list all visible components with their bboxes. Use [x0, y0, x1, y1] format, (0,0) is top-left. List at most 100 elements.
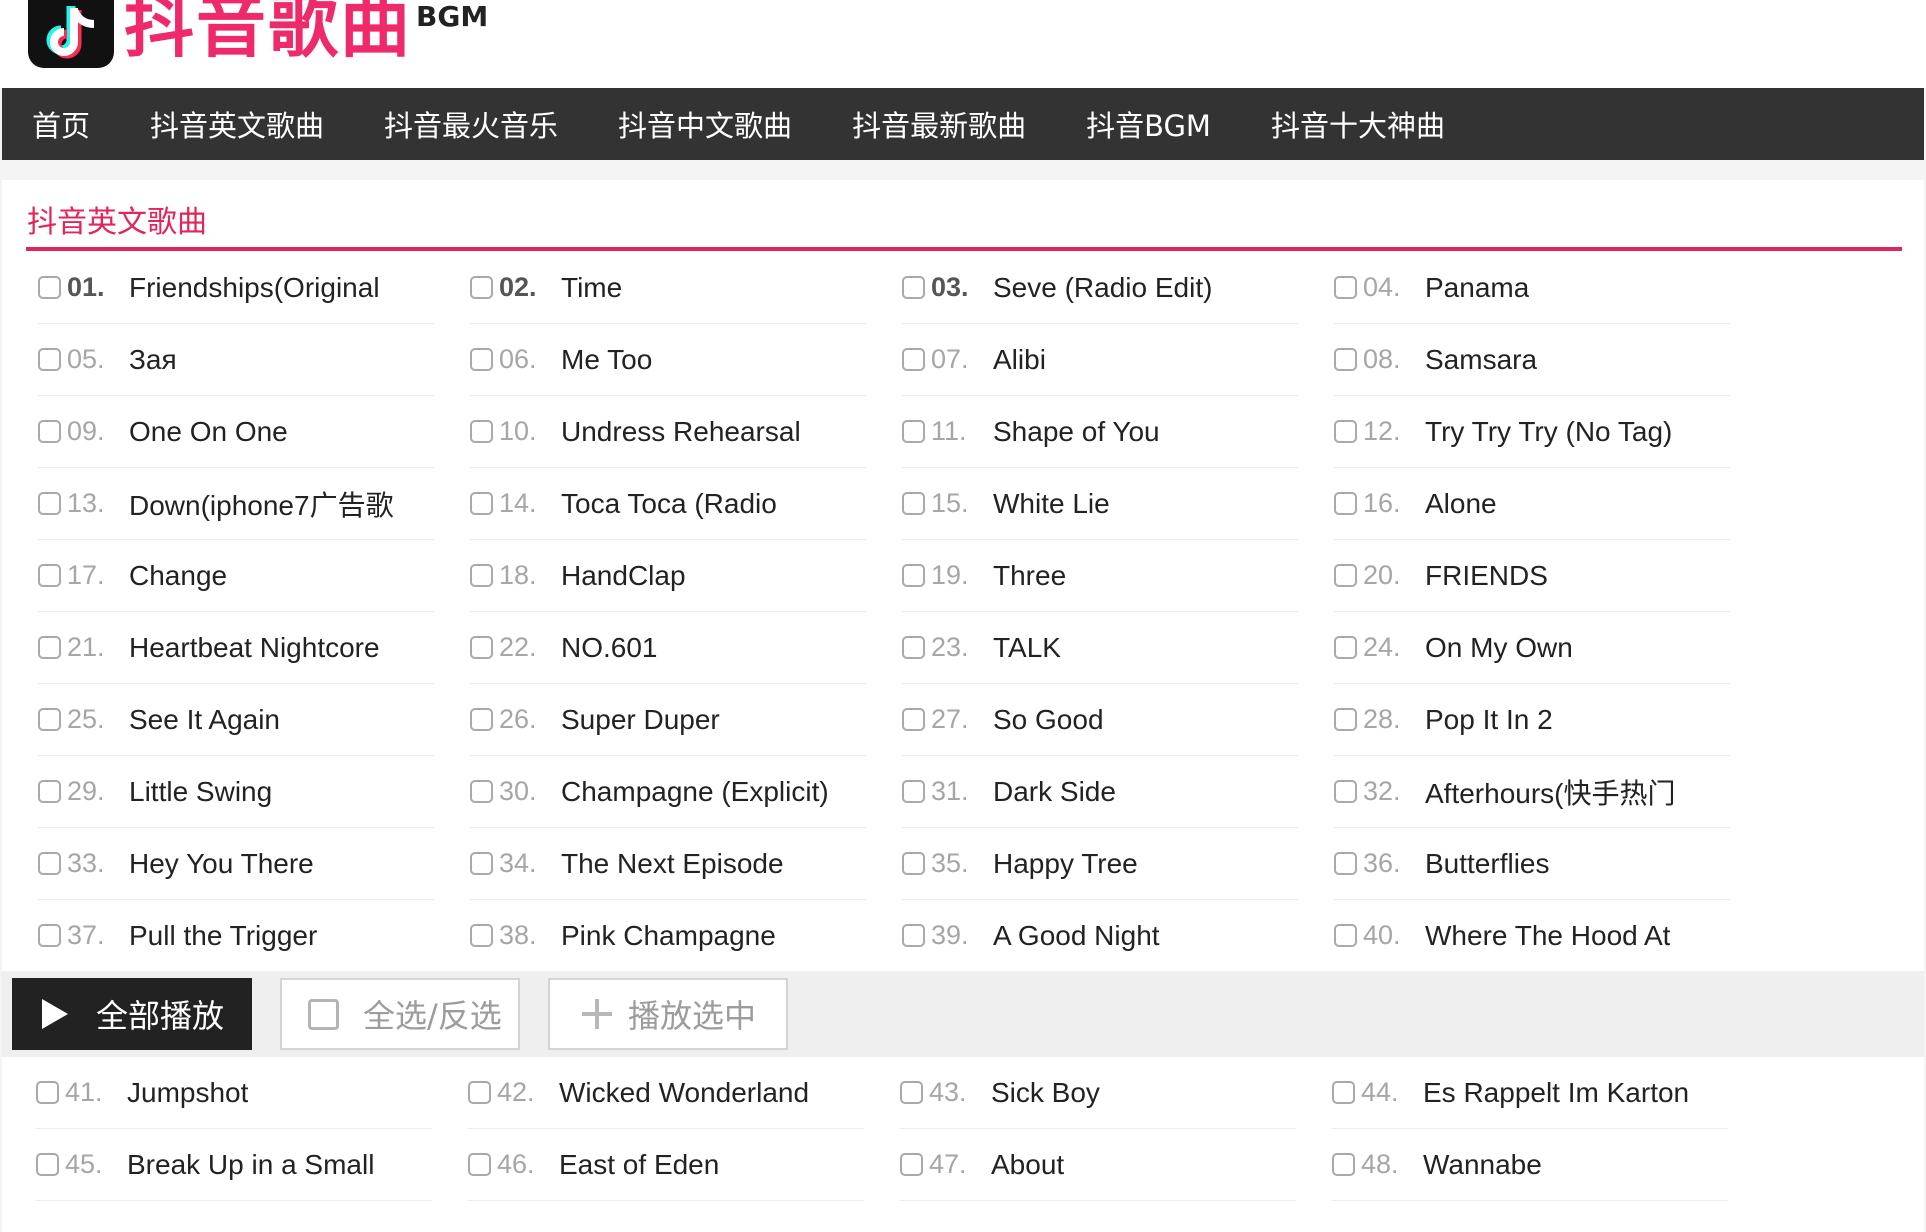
song-checkbox[interactable] [902, 708, 925, 731]
nav-item-5[interactable]: 抖音BGM [1086, 103, 1211, 145]
select-toggle-button[interactable]: 全选/反选 [280, 978, 520, 1050]
song-title-link[interactable]: East of Eden [559, 1149, 719, 1181]
song-checkbox[interactable] [902, 636, 925, 659]
song-item[interactable]: 49.Perfect for Me [36, 1217, 432, 1232]
song-checkbox[interactable] [38, 564, 61, 587]
song-title-link[interactable]: Shape of You [993, 416, 1160, 448]
song-checkbox[interactable] [36, 1081, 59, 1104]
song-checkbox[interactable] [38, 780, 61, 803]
song-item[interactable]: 20. FRIENDS [1334, 540, 1730, 612]
song-title-link[interactable]: Hey You There [129, 848, 314, 880]
song-title-link[interactable]: Wicked Wonderland [559, 1077, 809, 1109]
song-title-link[interactable]: Pink Champagne [561, 920, 776, 952]
tiktok-logo-icon[interactable] [28, 0, 114, 68]
song-item[interactable]: 38. Pink Champagne [470, 900, 866, 972]
song-checkbox[interactable] [900, 1153, 923, 1176]
song-checkbox[interactable] [1332, 1081, 1355, 1104]
song-checkbox[interactable] [1334, 708, 1357, 731]
song-checkbox[interactable] [1334, 276, 1357, 299]
song-item[interactable]: 23. TALK [902, 612, 1298, 684]
song-item[interactable]: 52.Holding On [1332, 1217, 1728, 1232]
song-title-link[interactable]: Heartbeat Nightcore [129, 632, 380, 664]
song-title-link[interactable]: Down(iphone7广告歌 [129, 484, 394, 524]
song-title-link[interactable]: Little Swing [129, 776, 272, 808]
song-title-link[interactable]: Champagne (Explicit) [561, 776, 829, 808]
song-checkbox[interactable] [38, 852, 61, 875]
nav-item-4[interactable]: 抖音最新歌曲 [852, 103, 1026, 145]
song-item[interactable]: 37. Pull the Trigger [38, 900, 434, 972]
nav-item-2[interactable]: 抖音最火音乐 [384, 103, 558, 145]
song-item[interactable]: 05. Зая [38, 324, 434, 396]
song-title-link[interactable]: Super Duper [561, 704, 720, 736]
song-title-link[interactable]: Me Too [561, 344, 652, 376]
song-item[interactable]: 18. HandClap [470, 540, 866, 612]
song-item[interactable]: 29. Little Swing [38, 756, 434, 828]
song-title-link[interactable]: Alone [1425, 488, 1497, 520]
song-item[interactable]: 13. Down(iphone7广告歌 [38, 468, 434, 540]
song-item[interactable]: 36. Butterflies [1334, 828, 1730, 900]
song-title-link[interactable]: Three [993, 560, 1066, 592]
song-title-link[interactable]: Jumpshot [127, 1077, 248, 1109]
song-item[interactable]: 17. Change [38, 540, 434, 612]
song-title-link[interactable]: Time [561, 272, 622, 304]
logo-title[interactable]: 抖音歌曲 [124, 0, 412, 66]
song-checkbox[interactable] [470, 924, 493, 947]
song-title-link[interactable]: The Next Episode [561, 848, 784, 880]
song-item[interactable]: 03. Seve (Radio Edit) [902, 252, 1298, 324]
song-checkbox[interactable] [36, 1153, 59, 1176]
song-title-link[interactable]: Wannabe [1423, 1149, 1542, 1181]
song-item[interactable]: 32. Afterhours(快手热门 [1334, 756, 1730, 828]
play-all-button[interactable]: 全部播放 [12, 978, 252, 1050]
song-title-link[interactable]: Change [129, 560, 227, 592]
song-title-link[interactable]: Panama [1425, 272, 1529, 304]
song-title-link[interactable]: Afterhours(快手热门 [1425, 772, 1676, 812]
song-title-link[interactable]: On My Own [1425, 632, 1573, 664]
song-title-link[interactable]: About [991, 1149, 1064, 1181]
song-title-link[interactable]: Butterflies [1425, 848, 1550, 880]
song-item[interactable]: 48. Wannabe [1332, 1129, 1728, 1201]
song-checkbox[interactable] [38, 348, 61, 371]
song-checkbox[interactable] [902, 780, 925, 803]
song-item[interactable]: 04. Panama [1334, 252, 1730, 324]
song-item[interactable]: 42. Wicked Wonderland [468, 1057, 864, 1129]
song-item[interactable]: 40. Where The Hood At [1334, 900, 1730, 972]
song-checkbox[interactable] [470, 420, 493, 443]
song-checkbox[interactable] [902, 492, 925, 515]
song-checkbox[interactable] [470, 564, 493, 587]
song-checkbox[interactable] [470, 708, 493, 731]
song-item[interactable]: 07. Alibi [902, 324, 1298, 396]
song-item[interactable]: 50.Black Sheep [468, 1217, 864, 1232]
song-title-link[interactable]: Pull the Trigger [129, 920, 317, 952]
song-checkbox[interactable] [1334, 780, 1357, 803]
song-title-link[interactable]: Toca Toca (Radio [561, 488, 777, 520]
song-checkbox[interactable] [1332, 1153, 1355, 1176]
song-checkbox[interactable] [470, 276, 493, 299]
song-item[interactable]: 01. Friendships(Original [38, 252, 434, 324]
song-checkbox[interactable] [38, 708, 61, 731]
song-item[interactable]: 02. Time [470, 252, 866, 324]
song-checkbox[interactable] [1334, 564, 1357, 587]
song-title-link[interactable]: See It Again [129, 704, 280, 736]
song-item[interactable]: 35. Happy Tree [902, 828, 1298, 900]
song-checkbox[interactable] [902, 276, 925, 299]
song-checkbox[interactable] [468, 1081, 491, 1104]
song-checkbox[interactable] [1334, 348, 1357, 371]
nav-item-0[interactable]: 首页 [32, 103, 90, 145]
song-title-link[interactable]: Where The Hood At [1425, 920, 1670, 952]
song-title-link[interactable]: Dark Side [993, 776, 1116, 808]
song-checkbox[interactable] [470, 348, 493, 371]
song-title-link[interactable]: HandClap [561, 560, 686, 592]
song-checkbox[interactable] [38, 636, 61, 659]
song-checkbox[interactable] [1334, 852, 1357, 875]
song-checkbox[interactable] [38, 420, 61, 443]
song-item[interactable]: 31. Dark Side [902, 756, 1298, 828]
nav-item-1[interactable]: 抖音英文歌曲 [150, 103, 324, 145]
song-checkbox[interactable] [468, 1153, 491, 1176]
song-title-link[interactable]: Es Rappelt Im Karton [1423, 1077, 1689, 1109]
song-title-link[interactable]: Try Try Try (No Tag) [1425, 416, 1672, 448]
song-item[interactable]: 33. Hey You There [38, 828, 434, 900]
song-title-link[interactable]: Samsara [1425, 344, 1537, 376]
song-item[interactable]: 09. One On One [38, 396, 434, 468]
song-title-link[interactable]: Pop It In 2 [1425, 704, 1553, 736]
song-title-link[interactable]: NO.601 [561, 632, 658, 664]
